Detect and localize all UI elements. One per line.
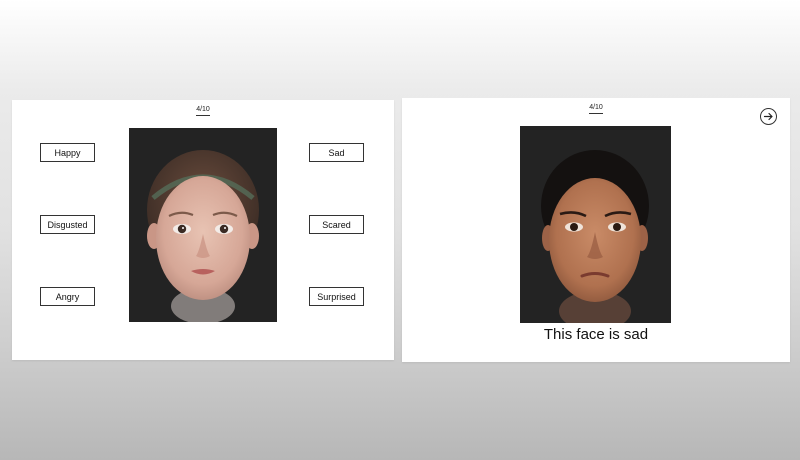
arrow-right-circle-icon <box>763 112 773 121</box>
woman-face-illustration <box>520 126 671 323</box>
scared-button[interactable]: Scared <box>309 215 364 234</box>
face-image <box>520 126 671 323</box>
question-card: 4/10 Happy Disgusted Angry Sad Scared Su… <box>12 100 394 360</box>
progress-indicator: 4/10 <box>188 105 218 116</box>
happy-button[interactable]: Happy <box>40 143 95 162</box>
sad-button[interactable]: Sad <box>309 143 364 162</box>
next-button[interactable] <box>760 108 777 125</box>
child-face-illustration <box>129 128 277 322</box>
progress-underline <box>196 115 210 116</box>
progress-underline <box>589 113 603 114</box>
disgusted-button[interactable]: Disgusted <box>40 215 95 234</box>
progress-text: 4/10 <box>196 106 210 113</box>
progress-text: 4/10 <box>589 104 603 111</box>
surprised-button[interactable]: Surprised <box>309 287 364 306</box>
angry-button[interactable]: Angry <box>40 287 95 306</box>
feedback-text: This face is sad <box>543 326 649 343</box>
face-image <box>129 128 277 322</box>
progress-indicator: 4/10 <box>581 103 611 114</box>
feedback-card: 4/10 This face is sad <box>402 98 790 362</box>
